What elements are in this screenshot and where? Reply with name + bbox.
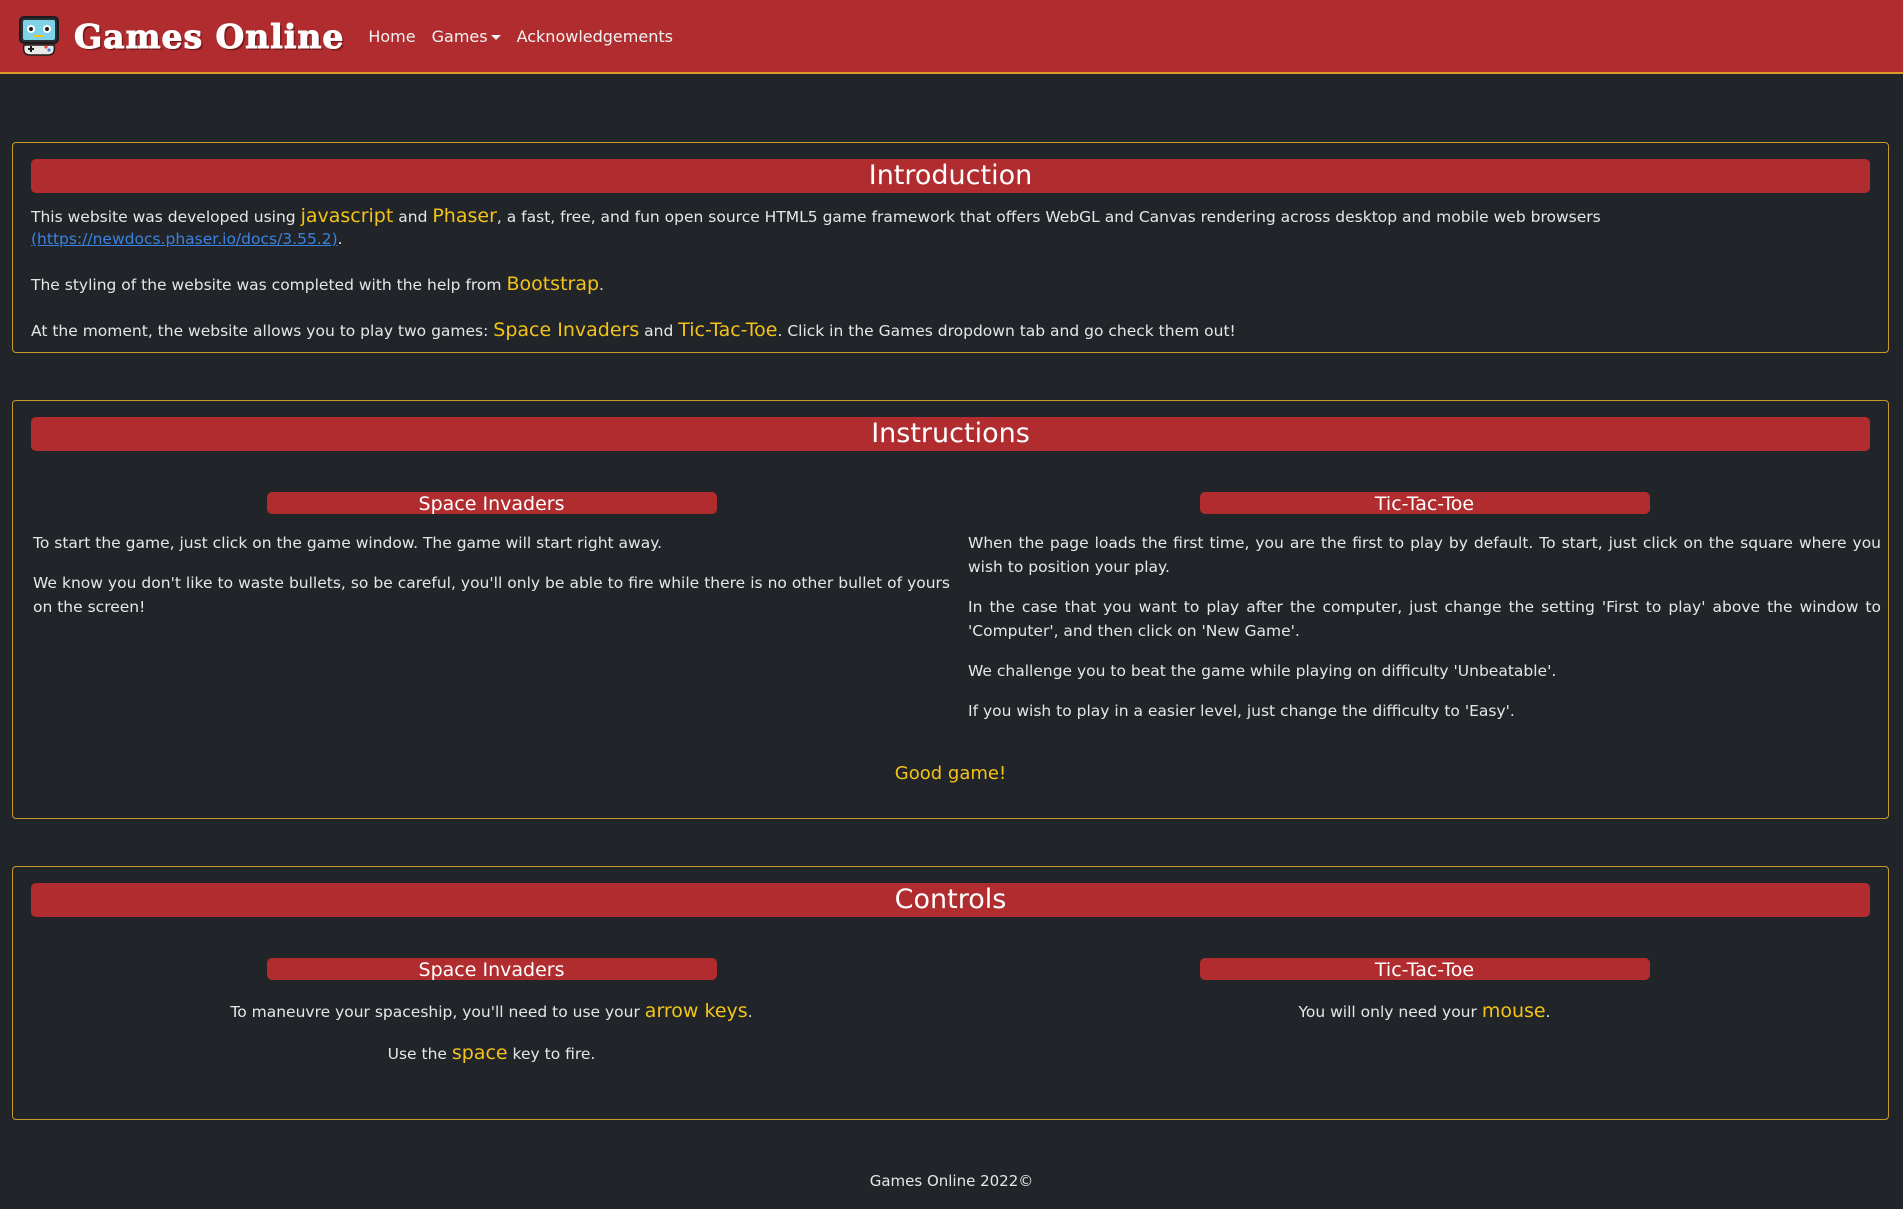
intro-p1-text: , a fast, free, and fun open source HTML… bbox=[496, 208, 1601, 226]
tic-tac-toe-subtitle: Tic-Tac-Toe bbox=[1199, 958, 1650, 981]
nav-acknowledgements[interactable]: Acknowledgements bbox=[517, 27, 673, 46]
caret-down-icon bbox=[490, 34, 501, 40]
controls-ttt-text: . bbox=[1545, 1003, 1551, 1021]
navbar: Games Online Home Games Acknowledgements bbox=[0, 0, 1903, 74]
intro-p3-text: and bbox=[639, 322, 679, 340]
controls-panel: Controls Space Invaders To maneuvre your… bbox=[12, 866, 1889, 1120]
highlight-arrow-keys: arrow keys bbox=[644, 1000, 748, 1022]
phaser-docs-link[interactable]: (https://newdocs.phaser.io/docs/3.55.2) bbox=[31, 230, 338, 248]
instructions-tic-tac-toe: Tic-Tac-Toe When the page loads the firs… bbox=[968, 492, 1881, 723]
controls-si-paragraph: To maneuvre your spaceship, you'll need … bbox=[33, 1000, 950, 1022]
instructions-ttt-paragraph: In the case that you want to play after … bbox=[968, 598, 1881, 640]
intro-p3-text: . Click in the Games dropdown tab and go… bbox=[777, 322, 1236, 340]
intro-p1-text: This website was developed using bbox=[31, 208, 301, 226]
highlight-mouse: mouse bbox=[1481, 1000, 1546, 1022]
controls-si-text: To maneuvre your spaceship, you'll need … bbox=[230, 1003, 645, 1021]
instructions-panel: Instructions Space Invaders To start the… bbox=[12, 400, 1889, 819]
controls-ttt-text: You will only need your bbox=[1298, 1003, 1482, 1021]
highlight-space: space bbox=[451, 1042, 508, 1064]
highlight-javascript: javascript bbox=[300, 205, 394, 227]
nav-games-dropdown[interactable]: Games bbox=[432, 27, 501, 46]
footer-copyright: Games Online 2022© bbox=[869, 1172, 1034, 1190]
instructions-title: Instructions bbox=[31, 417, 1870, 451]
highlight-tic-tac-toe: Tic-Tac-Toe bbox=[678, 319, 778, 341]
good-game-text: Good game! bbox=[894, 763, 1007, 784]
gamepad-robot-icon[interactable] bbox=[18, 15, 60, 57]
instructions-ttt-paragraph: If you wish to play in a easier level, j… bbox=[968, 702, 1515, 720]
controls-title: Controls bbox=[31, 883, 1870, 917]
highlight-bootstrap: Bootstrap bbox=[506, 273, 600, 295]
tic-tac-toe-subtitle: Tic-Tac-Toe bbox=[1199, 492, 1650, 515]
highlight-space-invaders: Space Invaders bbox=[493, 319, 640, 341]
intro-p2-text: . bbox=[599, 276, 604, 294]
intro-p2-text: The styling of the website was completed… bbox=[31, 276, 507, 294]
introduction-panel: Introduction This website was developed … bbox=[12, 142, 1889, 353]
space-invaders-subtitle: Space Invaders bbox=[266, 958, 717, 981]
controls-si-text: . bbox=[747, 1003, 753, 1021]
controls-ttt-paragraph: You will only need your mouse. bbox=[968, 1000, 1881, 1022]
intro-paragraph-3: At the moment, the website allows you to… bbox=[31, 319, 1870, 342]
instructions-si-paragraph: To start the game, just click on the gam… bbox=[33, 534, 663, 552]
nav-home[interactable]: Home bbox=[368, 27, 415, 46]
intro-p3-text: At the moment, the website allows you to… bbox=[31, 322, 494, 340]
brand-title[interactable]: Games Online bbox=[73, 16, 344, 56]
controls-space-invaders: Space Invaders To maneuvre your spaceshi… bbox=[33, 958, 950, 1064]
intro-paragraph-2: The styling of the website was completed… bbox=[31, 273, 1870, 296]
intro-paragraph-1: This website was developed using javascr… bbox=[31, 205, 1870, 250]
intro-p1-text: and bbox=[393, 208, 433, 226]
controls-si-text: key to fire. bbox=[507, 1045, 596, 1063]
instructions-ttt-paragraph: When the page loads the first time, you … bbox=[968, 534, 1881, 576]
instructions-si-paragraph: We know you don't like to waste bullets,… bbox=[33, 574, 950, 616]
instructions-ttt-paragraph: We challenge you to beat the game while … bbox=[968, 662, 1557, 680]
controls-si-paragraph: Use the space key to fire. bbox=[33, 1042, 950, 1064]
controls-tic-tac-toe: Tic-Tac-Toe You will only need your mous… bbox=[968, 958, 1881, 1022]
intro-p1-text: . bbox=[337, 230, 343, 248]
controls-si-text: Use the bbox=[387, 1045, 452, 1063]
highlight-phaser: Phaser bbox=[432, 205, 497, 227]
instructions-space-invaders: Space Invaders To start the game, just c… bbox=[33, 492, 950, 619]
nav-games-label: Games bbox=[431, 26, 488, 46]
space-invaders-subtitle: Space Invaders bbox=[266, 492, 717, 515]
introduction-title: Introduction bbox=[31, 159, 1870, 193]
